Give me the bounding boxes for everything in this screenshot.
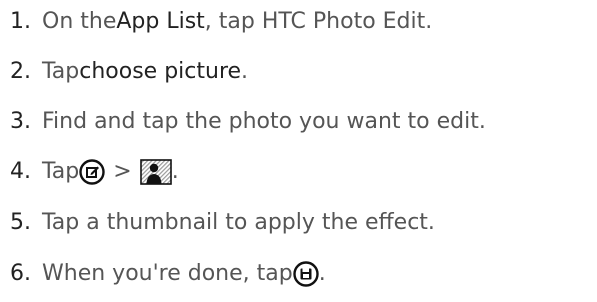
step-text: Tap a thumbnail to apply the effect. bbox=[42, 210, 435, 235]
step-5: 5. Tap a thumbnail to apply the effect. bbox=[10, 203, 435, 243]
step-text: Find and tap the photo you want to edit. bbox=[42, 109, 486, 134]
step-text: When you're done, tap bbox=[42, 261, 293, 286]
step-emphasis: App List bbox=[116, 9, 205, 34]
step-number: 1. bbox=[10, 9, 31, 34]
step-number: 6. bbox=[10, 261, 31, 286]
step-text: . bbox=[241, 59, 249, 84]
step-text: On the bbox=[42, 9, 117, 34]
step-text: . bbox=[318, 261, 326, 286]
step-3: 3. Find and tap the photo you want to ed… bbox=[10, 102, 486, 142]
step-number: 5. bbox=[10, 210, 31, 235]
step-6: 6. When you're done, tap . bbox=[10, 254, 326, 294]
step-4: 4. Tap > . bbox=[10, 152, 179, 192]
step-text: Tap bbox=[42, 59, 80, 84]
instruction-steps: 1. On the App List , tap HTC Photo Edit.… bbox=[0, 0, 597, 302]
step-text: Tap bbox=[42, 159, 80, 184]
step-separator: > bbox=[113, 159, 132, 184]
save-icon bbox=[293, 261, 319, 287]
portrait-effect-icon bbox=[139, 159, 172, 185]
step-1: 1. On the App List , tap HTC Photo Edit. bbox=[10, 2, 432, 42]
edit-icon bbox=[79, 159, 105, 185]
step-number: 4. bbox=[10, 159, 31, 184]
step-text: . bbox=[171, 159, 179, 184]
step-number: 2. bbox=[10, 59, 31, 84]
step-number: 3. bbox=[10, 109, 31, 134]
step-2: 2. Tap choose picture . bbox=[10, 52, 248, 92]
step-text: , tap HTC Photo Edit. bbox=[204, 9, 433, 34]
step-emphasis: choose picture bbox=[79, 59, 242, 84]
